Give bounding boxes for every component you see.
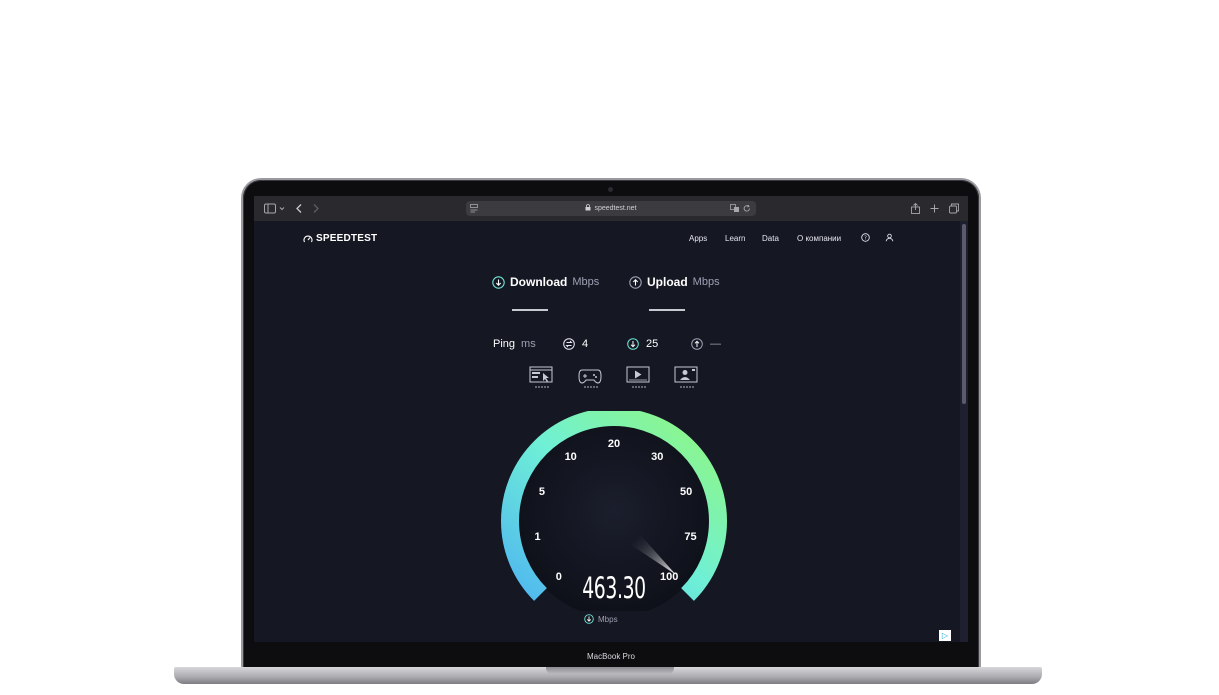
speedtest-page: SPEEDTEST Apps Learn Data О компании ? D… xyxy=(254,221,960,642)
upload-icon xyxy=(629,275,642,289)
gauge-tick-0: 0 xyxy=(556,571,562,583)
plus-icon[interactable] xyxy=(930,202,939,215)
download-icon xyxy=(492,275,505,289)
sidebar-icon[interactable] xyxy=(264,202,276,215)
ping-idle: 4 xyxy=(563,338,588,350)
browser-toolbar: speedtest.net xyxy=(254,196,968,222)
gauge-tick-50: 50 xyxy=(680,486,692,498)
logo[interactable]: SPEEDTEST xyxy=(303,233,377,244)
laptop-base-notch xyxy=(546,667,674,674)
browsing-icon xyxy=(529,366,553,388)
speed-unit-group: Mbps xyxy=(584,614,618,624)
ad-choices-icon[interactable]: ▷ xyxy=(939,630,951,641)
tabs-icon[interactable] xyxy=(949,202,959,215)
upload-latency-icon xyxy=(691,338,703,350)
upload-label: Upload xyxy=(647,275,688,289)
gauge-tick-5: 5 xyxy=(539,486,545,498)
download-icon xyxy=(584,614,594,624)
help-icon[interactable]: ? xyxy=(861,233,870,242)
url-text: speedtest.net xyxy=(594,205,637,212)
nav-learn[interactable]: Learn xyxy=(725,234,745,243)
chevron-right-icon[interactable] xyxy=(312,202,320,215)
chevron-left-icon[interactable] xyxy=(295,202,303,215)
address-bar[interactable]: speedtest.net xyxy=(466,201,756,216)
speed-value: 463.30 xyxy=(582,571,646,605)
user-icon[interactable] xyxy=(885,233,894,242)
share-icon[interactable] xyxy=(911,202,920,215)
scrollbar-thumb[interactable] xyxy=(962,224,966,404)
nav-data[interactable]: Data xyxy=(762,234,779,243)
download-underline xyxy=(512,309,548,311)
ping-unit: ms xyxy=(521,338,536,350)
logo-text: SPEEDTEST xyxy=(316,233,378,244)
download-metric: Download Mbps xyxy=(492,275,599,289)
download-unit: Mbps xyxy=(572,276,600,288)
camera xyxy=(608,187,613,192)
gauge-tick-10: 10 xyxy=(565,451,577,463)
ping-label-group: Ping ms xyxy=(493,338,536,350)
download-latency-icon xyxy=(627,338,639,350)
gauge-tick-75: 75 xyxy=(684,531,696,543)
nav-apps[interactable]: Apps xyxy=(689,234,707,243)
streaming-icon xyxy=(626,366,650,388)
ping-upload-value: — xyxy=(710,338,721,350)
lock-icon xyxy=(585,204,591,211)
ping-download: 25 xyxy=(627,338,658,350)
upload-underline xyxy=(649,309,685,311)
screen: speedtest.net SPEEDTEST Apps Learn Data … xyxy=(254,196,968,642)
gauge-tick-30: 30 xyxy=(651,451,663,463)
chevron-down-icon[interactable] xyxy=(279,202,285,215)
reload-icon[interactable] xyxy=(743,204,751,213)
ping-download-value: 25 xyxy=(646,338,659,350)
idle-latency-icon xyxy=(563,338,575,350)
svg-text:?: ? xyxy=(864,236,867,242)
upload-metric: Upload Mbps xyxy=(629,275,720,289)
gauge-tick-20: 20 xyxy=(608,438,620,450)
ping-idle-value: 4 xyxy=(582,338,589,350)
upload-unit: Mbps xyxy=(692,276,720,288)
speed-unit: Mbps xyxy=(598,614,618,624)
gaming-icon xyxy=(578,369,602,388)
device-model-label: MacBook Pro xyxy=(586,652,636,661)
ping-upload: — xyxy=(691,338,721,350)
video-call-icon xyxy=(674,366,698,388)
translate-icon[interactable] xyxy=(730,204,740,213)
gauge-tick-1: 1 xyxy=(534,531,540,543)
download-label: Download xyxy=(510,275,568,289)
nav-about[interactable]: О компании xyxy=(797,234,841,243)
ping-label: Ping xyxy=(493,338,516,350)
speedometer-icon xyxy=(303,235,313,242)
